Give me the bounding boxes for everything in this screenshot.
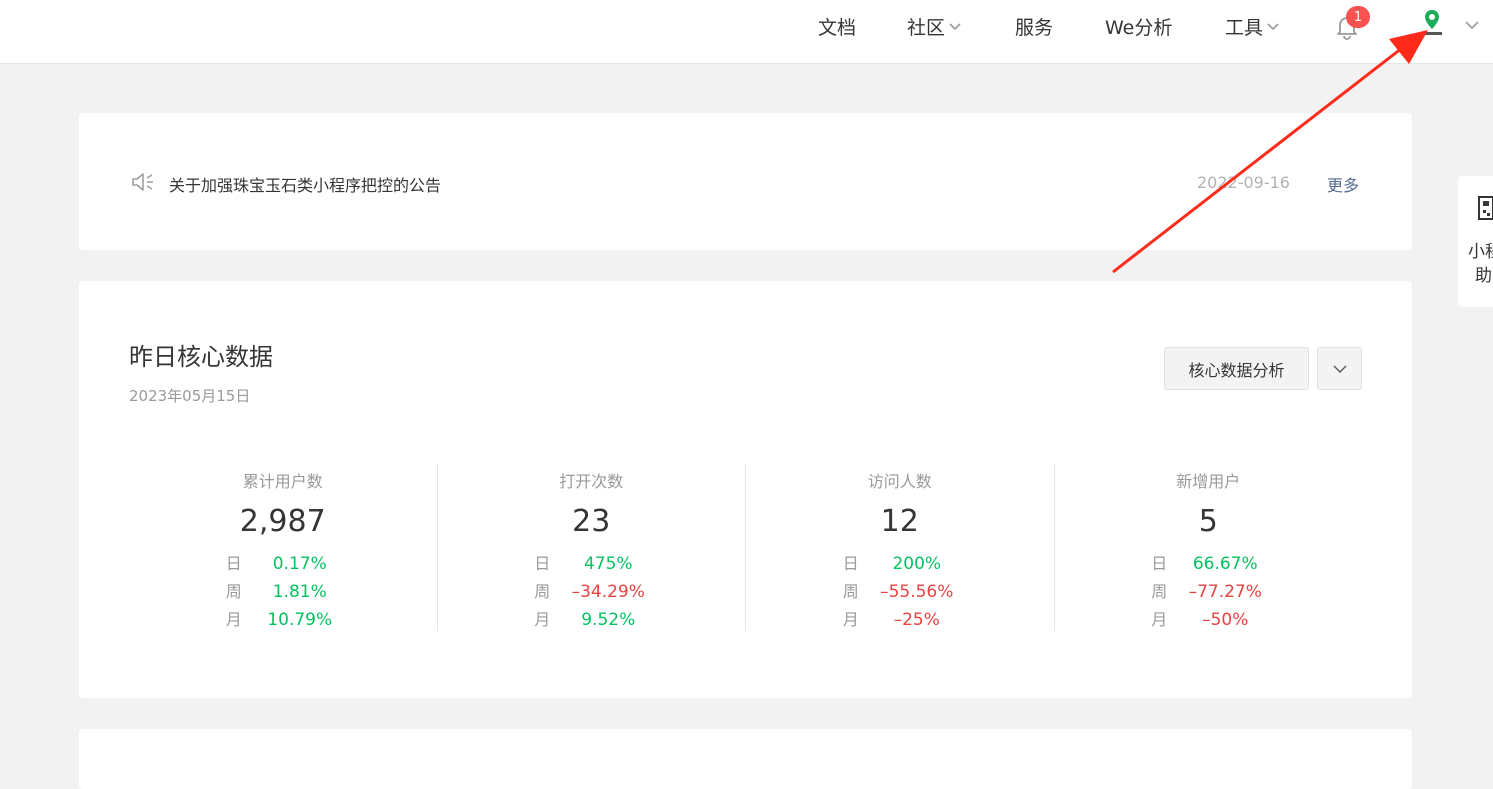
announcement-card: 关于加强珠宝玉石类小程序把控的公告 2022-09-16 更多	[79, 113, 1412, 250]
announcement-title-link[interactable]: 关于加强珠宝玉石类小程序把控的公告	[169, 172, 441, 196]
nav-tools[interactable]: 工具	[1225, 14, 1280, 39]
chevron-down-icon[interactable]	[1464, 17, 1480, 33]
period-label: 日	[534, 554, 551, 573]
nav-tools-label: 工具	[1225, 16, 1264, 39]
metric-label: 访问人数	[867, 472, 932, 491]
chevron-down-icon	[1267, 23, 1279, 31]
chevron-down-icon	[1333, 365, 1346, 373]
assistant-tab-label-line1: 小程	[1468, 242, 1493, 262]
change-value: 66.67%	[1192, 554, 1258, 574]
metric-change-row: 周 1.81%	[129, 578, 437, 606]
metric-change-row: 周 –55.56%	[746, 578, 1054, 606]
metric-change-row: 月 –25%	[746, 606, 1054, 634]
change-value: 475%	[583, 554, 633, 574]
announcement-more-link[interactable]: 更多	[1327, 172, 1359, 196]
period-label: 月	[534, 610, 551, 629]
metric-label: 打开次数	[559, 472, 624, 491]
change-value: 10.79%	[267, 610, 333, 630]
nav-service[interactable]: 服务	[1015, 14, 1054, 39]
avatar-location-pin-icon[interactable]	[1419, 8, 1445, 40]
period-label: 月	[1151, 610, 1168, 629]
metrics-row: 累计用户数 2,987 日 0.17% 周 1.81% 月 10.79% 打开次数 2…	[129, 464, 1362, 631]
metric-visitors: 访问人数 12 日 200% 周 –55.56% 月 –25%	[745, 464, 1054, 631]
nav-docs[interactable]: 文档	[818, 14, 857, 39]
speaker-icon	[132, 173, 153, 191]
change-value: 9.52%	[581, 610, 636, 630]
metric-label: 新增用户	[1176, 472, 1241, 491]
period-label: 周	[842, 582, 859, 601]
next-section-card	[79, 729, 1412, 789]
analysis-dropdown-button[interactable]	[1317, 347, 1362, 390]
period-label: 日	[842, 554, 859, 573]
metric-change-row: 周 –77.27%	[1055, 578, 1363, 606]
period-label: 周	[534, 582, 551, 601]
metric-change-row: 日 200%	[746, 550, 1054, 578]
top-navigation-bar: 文档 社区 服务 We分析 工具 1	[0, 0, 1493, 64]
metric-total-users: 累计用户数 2,987 日 0.17% 周 1.81% 月 10.79%	[129, 464, 437, 631]
change-value: 200%	[892, 554, 942, 574]
period-label: 周	[225, 582, 242, 601]
nav-we-analysis[interactable]: We分析	[1105, 14, 1173, 39]
metric-change-row: 日 0.17%	[129, 550, 437, 578]
nav-service-label: 服务	[1015, 16, 1054, 39]
qr-code-icon	[1478, 196, 1493, 220]
core-data-date: 2023年05月15日	[129, 387, 251, 405]
nav-community-label: 社区	[907, 16, 946, 39]
period-label: 日	[225, 554, 242, 573]
change-value: –25%	[893, 610, 940, 630]
change-value: 1.81%	[272, 582, 327, 602]
period-label: 月	[225, 610, 242, 629]
period-label: 日	[1151, 554, 1168, 573]
mini-program-assistant-tab[interactable]: 小程 助	[1458, 176, 1493, 307]
nav-docs-label: 文档	[818, 16, 857, 39]
chevron-down-icon	[949, 23, 961, 31]
change-value: –50%	[1202, 610, 1249, 630]
metric-opens: 打开次数 23 日 475% 周 –34.29% 月 9.52%	[436, 464, 746, 634]
core-data-title: 昨日核心数据	[129, 343, 273, 371]
metric-change-row: 月 9.52%	[438, 606, 746, 634]
assistant-tab-label-line2: 助	[1475, 266, 1492, 286]
change-value: –55.56%	[880, 582, 954, 602]
metric-value: 2,987	[239, 504, 326, 539]
metric-value: 23	[572, 504, 611, 539]
announcement-date: 2022-09-16	[1197, 173, 1290, 192]
metric-label: 累计用户数	[242, 472, 323, 491]
notification-badge: 1	[1346, 6, 1370, 28]
nav-community[interactable]: 社区	[907, 14, 962, 39]
period-label: 周	[1151, 582, 1168, 601]
period-label: 月	[842, 610, 859, 629]
metric-value: 5	[1198, 504, 1218, 539]
metric-value: 12	[880, 504, 919, 539]
core-data-card: 昨日核心数据 2023年05月15日 核心数据分析 累计用户数 2,987 日 0…	[79, 281, 1412, 698]
change-value: 0.17%	[272, 554, 327, 574]
metric-change-row: 月 –50%	[1055, 606, 1363, 634]
metric-change-row: 日 475%	[438, 550, 746, 578]
change-value: –77.27%	[1188, 582, 1262, 602]
metric-new-users: 新增用户 5 日 66.67% 周 –77.27% 月 –50%	[1053, 464, 1363, 634]
metric-change-row: 月 10.79%	[129, 606, 437, 634]
core-data-analysis-button[interactable]: 核心数据分析	[1164, 347, 1309, 390]
metric-change-row: 周 –34.29%	[438, 578, 746, 606]
nav-we-analysis-label: We分析	[1105, 16, 1173, 39]
change-value: –34.29%	[571, 582, 645, 602]
metric-change-row: 日 66.67%	[1055, 550, 1363, 578]
